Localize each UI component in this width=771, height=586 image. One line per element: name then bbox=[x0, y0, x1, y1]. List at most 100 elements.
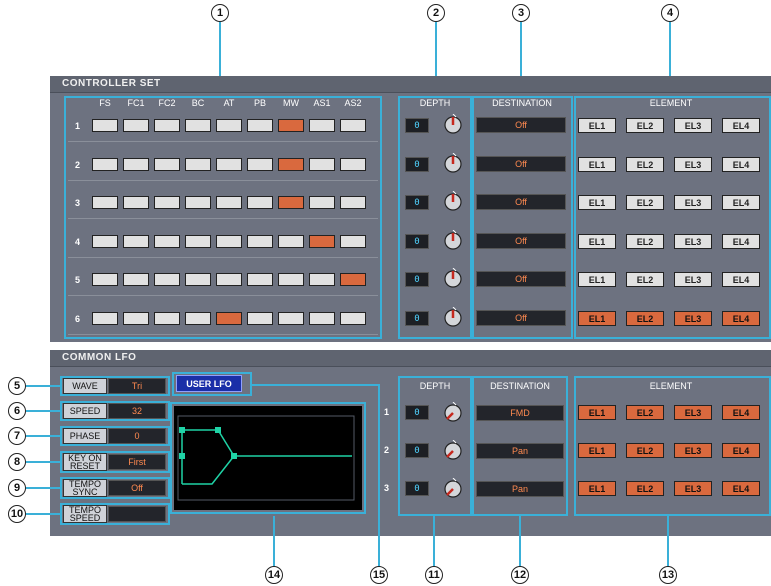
lfo-element-button-el4[interactable]: EL4 bbox=[722, 405, 760, 420]
lfo-depth-value[interactable]: 0 bbox=[405, 443, 429, 458]
wave-value[interactable]: Tri bbox=[108, 378, 166, 394]
controller-switch-as1[interactable] bbox=[309, 235, 335, 248]
controller-switch-as2[interactable] bbox=[340, 158, 366, 171]
controller-switch-at[interactable] bbox=[216, 119, 242, 132]
depth-knob-icon[interactable] bbox=[443, 152, 463, 173]
destination-value[interactable]: Off bbox=[476, 117, 566, 133]
controller-switch-as2[interactable] bbox=[340, 312, 366, 325]
controller-switch-as1[interactable] bbox=[309, 119, 335, 132]
element-button-el4[interactable]: EL4 bbox=[722, 157, 760, 172]
tempo-speed-value[interactable] bbox=[108, 506, 166, 522]
controller-switch-fs[interactable] bbox=[92, 273, 118, 286]
depth-knob-icon[interactable] bbox=[443, 113, 463, 134]
lfo-element-button-el3[interactable]: EL3 bbox=[674, 405, 712, 420]
phase-value[interactable]: 0 bbox=[108, 428, 166, 444]
element-button-el3[interactable]: EL3 bbox=[674, 195, 712, 210]
controller-switch-at[interactable] bbox=[216, 196, 242, 209]
controller-switch-as2[interactable] bbox=[340, 235, 366, 248]
depth-knob-icon[interactable] bbox=[443, 306, 463, 327]
lfo-depth-knob-icon[interactable] bbox=[443, 439, 463, 460]
controller-switch-fc2[interactable] bbox=[154, 158, 180, 171]
controller-switch-as1[interactable] bbox=[309, 312, 335, 325]
element-button-el2[interactable]: EL2 bbox=[626, 157, 664, 172]
controller-switch-mw[interactable] bbox=[278, 119, 304, 132]
lfo-destination-value[interactable]: Pan bbox=[476, 481, 564, 497]
controller-switch-fc1[interactable] bbox=[123, 158, 149, 171]
controller-switch-fc2[interactable] bbox=[154, 235, 180, 248]
controller-switch-fc1[interactable] bbox=[123, 273, 149, 286]
keyon-reset-value[interactable]: First bbox=[108, 454, 166, 470]
controller-switch-as2[interactable] bbox=[340, 273, 366, 286]
depth-knob-icon[interactable] bbox=[443, 229, 463, 250]
lfo-element-button-el3[interactable]: EL3 bbox=[674, 481, 712, 496]
lfo-element-button-el1[interactable]: EL1 bbox=[578, 481, 616, 496]
controller-switch-fc1[interactable] bbox=[123, 196, 149, 209]
element-button-el1[interactable]: EL1 bbox=[578, 118, 616, 133]
lfo-element-button-el2[interactable]: EL2 bbox=[626, 481, 664, 496]
lfo-element-button-el4[interactable]: EL4 bbox=[722, 443, 760, 458]
controller-switch-fc1[interactable] bbox=[123, 235, 149, 248]
depth-value[interactable]: 0 bbox=[405, 195, 429, 210]
controller-switch-fc2[interactable] bbox=[154, 196, 180, 209]
element-button-el1[interactable]: EL1 bbox=[578, 272, 616, 287]
element-button-el2[interactable]: EL2 bbox=[626, 311, 664, 326]
destination-value[interactable]: Off bbox=[476, 194, 566, 210]
destination-value[interactable]: Off bbox=[476, 156, 566, 172]
lfo-element-button-el3[interactable]: EL3 bbox=[674, 443, 712, 458]
controller-switch-pb[interactable] bbox=[247, 235, 273, 248]
element-button-el4[interactable]: EL4 bbox=[722, 195, 760, 210]
lfo-element-button-el1[interactable]: EL1 bbox=[578, 405, 616, 420]
lfo-depth-value[interactable]: 0 bbox=[405, 481, 429, 496]
lfo-element-button-el2[interactable]: EL2 bbox=[626, 443, 664, 458]
controller-switch-as1[interactable] bbox=[309, 273, 335, 286]
lfo-depth-knob-icon[interactable] bbox=[443, 401, 463, 422]
depth-knob-icon[interactable] bbox=[443, 190, 463, 211]
controller-switch-pb[interactable] bbox=[247, 196, 273, 209]
controller-switch-mw[interactable] bbox=[278, 158, 304, 171]
controller-switch-at[interactable] bbox=[216, 158, 242, 171]
controller-switch-as2[interactable] bbox=[340, 119, 366, 132]
speed-value[interactable]: 32 bbox=[108, 403, 166, 419]
element-button-el1[interactable]: EL1 bbox=[578, 234, 616, 249]
element-button-el2[interactable]: EL2 bbox=[626, 118, 664, 133]
lfo-destination-value[interactable]: Pan bbox=[476, 443, 564, 459]
controller-switch-bc[interactable] bbox=[185, 273, 211, 286]
element-button-el2[interactable]: EL2 bbox=[626, 272, 664, 287]
controller-switch-fc2[interactable] bbox=[154, 312, 180, 325]
controller-switch-at[interactable] bbox=[216, 273, 242, 286]
element-button-el2[interactable]: EL2 bbox=[626, 195, 664, 210]
controller-switch-as2[interactable] bbox=[340, 196, 366, 209]
lfo-destination-value[interactable]: FMD bbox=[476, 405, 564, 421]
destination-value[interactable]: Off bbox=[476, 233, 566, 249]
element-button-el3[interactable]: EL3 bbox=[674, 272, 712, 287]
depth-value[interactable]: 0 bbox=[405, 234, 429, 249]
controller-switch-fs[interactable] bbox=[92, 235, 118, 248]
element-button-el4[interactable]: EL4 bbox=[722, 272, 760, 287]
controller-switch-pb[interactable] bbox=[247, 312, 273, 325]
controller-switch-fc1[interactable] bbox=[123, 312, 149, 325]
element-button-el3[interactable]: EL3 bbox=[674, 234, 712, 249]
controller-switch-as1[interactable] bbox=[309, 196, 335, 209]
controller-switch-pb[interactable] bbox=[247, 273, 273, 286]
element-button-el1[interactable]: EL1 bbox=[578, 311, 616, 326]
depth-value[interactable]: 0 bbox=[405, 272, 429, 287]
element-button-el1[interactable]: EL1 bbox=[578, 195, 616, 210]
element-button-el2[interactable]: EL2 bbox=[626, 234, 664, 249]
element-button-el3[interactable]: EL3 bbox=[674, 311, 712, 326]
user-lfo-button[interactable]: USER LFO bbox=[176, 375, 242, 392]
controller-switch-bc[interactable] bbox=[185, 312, 211, 325]
controller-switch-bc[interactable] bbox=[185, 158, 211, 171]
lfo-graph[interactable] bbox=[174, 406, 362, 510]
controller-switch-fs[interactable] bbox=[92, 158, 118, 171]
controller-switch-pb[interactable] bbox=[247, 119, 273, 132]
controller-switch-fc2[interactable] bbox=[154, 273, 180, 286]
destination-value[interactable]: Off bbox=[476, 310, 566, 326]
controller-switch-bc[interactable] bbox=[185, 196, 211, 209]
lfo-depth-knob-icon[interactable] bbox=[443, 477, 463, 498]
controller-switch-fs[interactable] bbox=[92, 196, 118, 209]
controller-switch-pb[interactable] bbox=[247, 158, 273, 171]
element-button-el1[interactable]: EL1 bbox=[578, 157, 616, 172]
element-button-el3[interactable]: EL3 bbox=[674, 157, 712, 172]
controller-switch-fs[interactable] bbox=[92, 312, 118, 325]
depth-value[interactable]: 0 bbox=[405, 157, 429, 172]
